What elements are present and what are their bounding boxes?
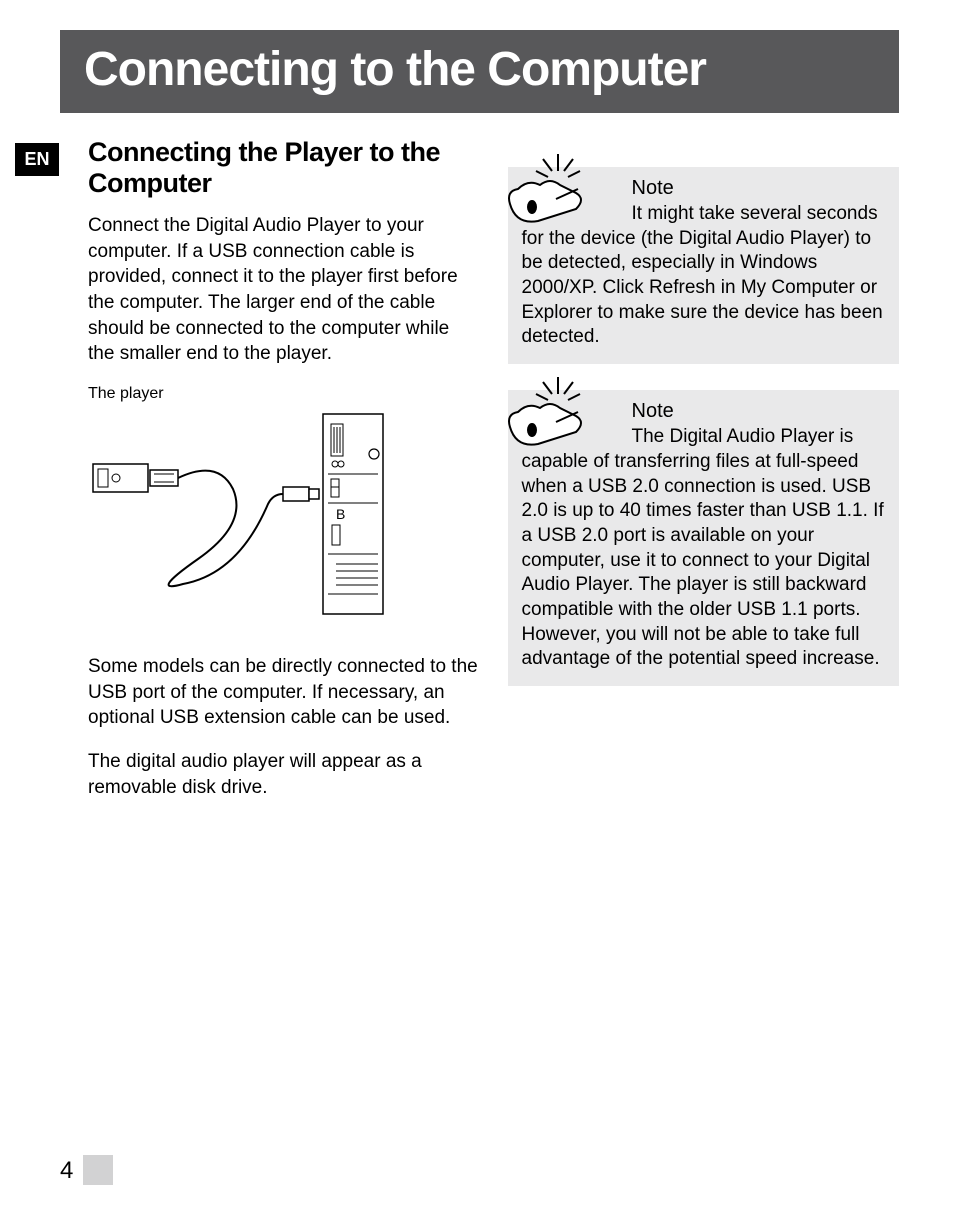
section-heading: Connecting the Player to the Computer (88, 137, 480, 199)
diagram-caption: The player (88, 385, 480, 403)
note-hand-icon (498, 149, 608, 229)
svg-text:B: B (336, 506, 345, 522)
note-box: Note It might take several seconds for t… (508, 167, 900, 364)
right-column: Note It might take several seconds for t… (508, 137, 900, 818)
note-text: The Digital Audio Player is capable of t… (522, 425, 886, 672)
note-box: Note The Digital Audio Player is capable… (508, 390, 900, 686)
page-title-bar: Connecting to the Computer (60, 30, 899, 113)
paragraph: The digital audio player will appear as … (88, 749, 480, 800)
paragraph: Connect the Digital Audio Player to your… (88, 213, 480, 367)
footer-decoration (83, 1155, 113, 1185)
connection-diagram: B (88, 409, 480, 624)
left-column: Connecting the Player to the Computer Co… (88, 137, 480, 818)
page-title: Connecting to the Computer (84, 42, 875, 97)
note-label: Note (632, 177, 886, 200)
note-hand-icon (498, 372, 608, 452)
paragraph: Some models can be directly connected to… (88, 654, 480, 731)
page-footer: 4 (60, 1155, 113, 1185)
note-label: Note (632, 400, 886, 423)
page-number: 4 (60, 1157, 73, 1185)
language-badge: EN (15, 143, 59, 176)
